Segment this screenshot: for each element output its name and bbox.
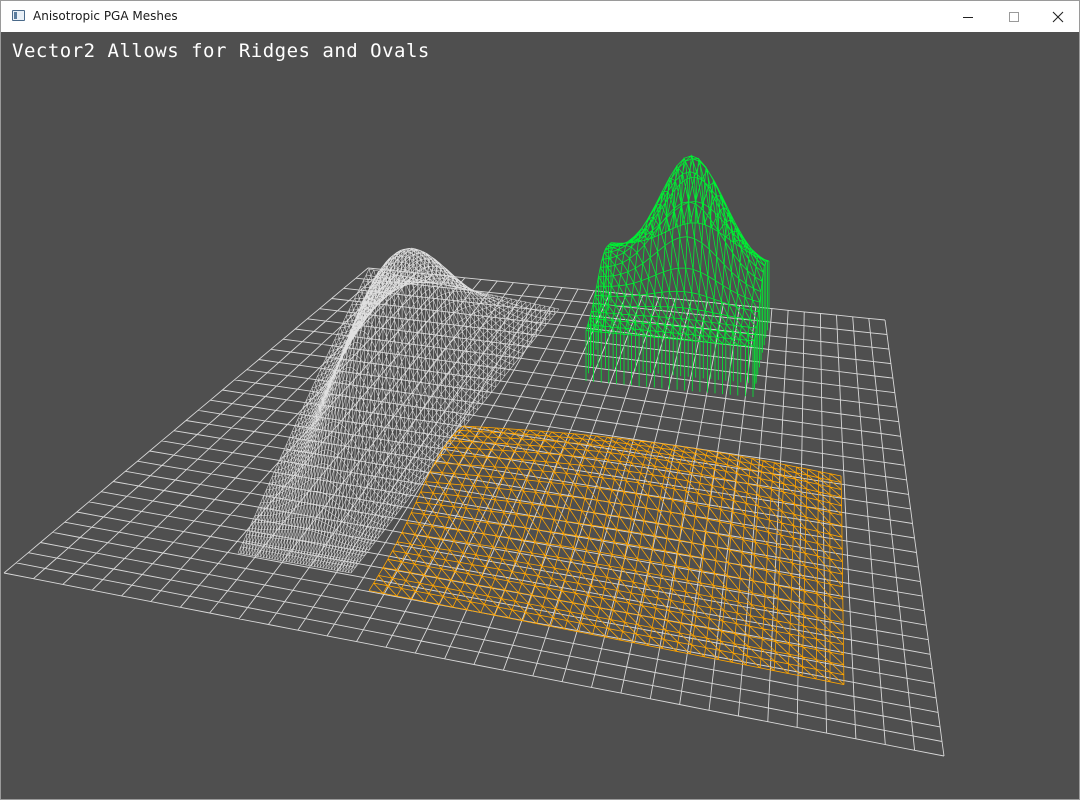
app-window-icon bbox=[12, 10, 25, 21]
minimize-icon bbox=[963, 16, 973, 18]
overlay-caption: Vector2 Allows for Ridges and Ovals bbox=[12, 40, 430, 62]
maximize-icon bbox=[1009, 11, 1019, 22]
app-window: Anisotropic PGA Meshes Vector2 Allows fo… bbox=[0, 0, 1080, 800]
minimize-button[interactable] bbox=[945, 1, 991, 32]
close-icon bbox=[1052, 11, 1064, 22]
maximize-button[interactable] bbox=[991, 1, 1037, 32]
close-button[interactable] bbox=[1035, 1, 1080, 32]
window-title: Anisotropic PGA Meshes bbox=[33, 9, 178, 23]
title-bar[interactable]: Anisotropic PGA Meshes bbox=[1, 1, 1079, 32]
render-viewport[interactable]: Vector2 Allows for Ridges and Ovals bbox=[1, 32, 1079, 799]
oval-bump-mesh bbox=[585, 154, 770, 397]
scene-canvas bbox=[3, 154, 945, 757]
ridge-mesh bbox=[237, 247, 560, 574]
ridge-wire bbox=[237, 247, 560, 574]
